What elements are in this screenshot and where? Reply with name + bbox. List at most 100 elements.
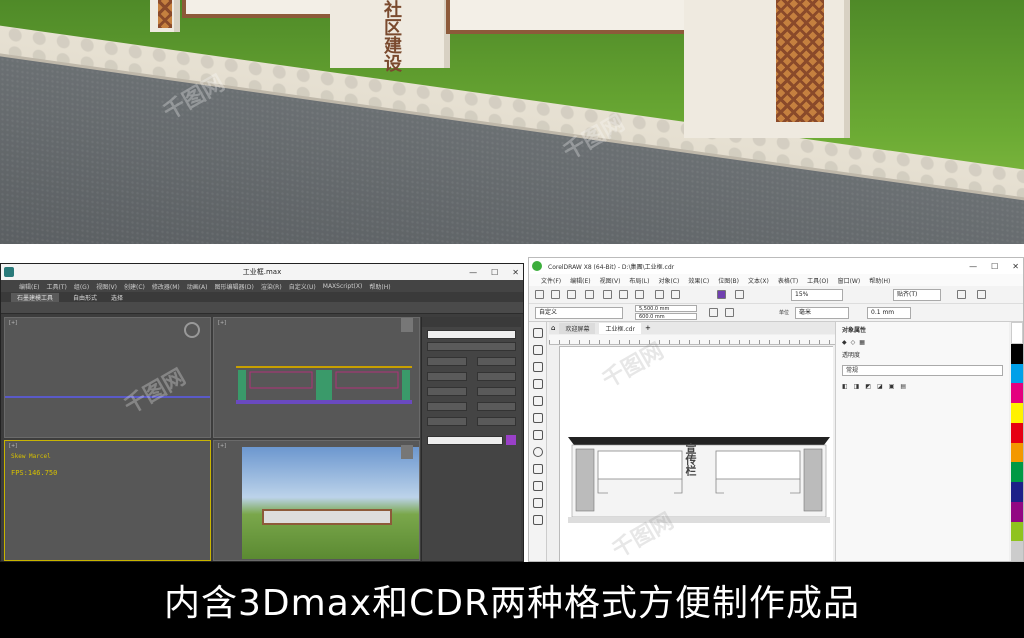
cmd-button[interactable] bbox=[476, 357, 516, 366]
menu-item[interactable]: 编辑(E) bbox=[570, 276, 590, 285]
landscape-icon[interactable] bbox=[725, 308, 734, 317]
print-icon[interactable] bbox=[585, 290, 594, 299]
units-select[interactable]: 毫米 bbox=[795, 307, 849, 319]
new-icon[interactable] bbox=[535, 290, 544, 299]
connector-tool-icon[interactable] bbox=[532, 498, 543, 508]
transparency-type-icon[interactable]: ▤ bbox=[900, 383, 906, 390]
transparency-type-icon[interactable]: ◩ bbox=[865, 383, 871, 390]
tab-welcome[interactable]: 欢迎屏幕 bbox=[559, 322, 596, 334]
cmd-button[interactable] bbox=[427, 417, 467, 426]
cut-icon[interactable] bbox=[603, 290, 612, 299]
freehand-tool-icon[interactable] bbox=[532, 396, 543, 406]
artistic-media-icon[interactable] bbox=[532, 413, 543, 423]
cmd-button[interactable] bbox=[476, 402, 516, 411]
menu-item[interactable]: 视图(V) bbox=[600, 276, 621, 285]
import-icon[interactable] bbox=[717, 290, 726, 299]
page-height-field[interactable]: 600.0 mm bbox=[635, 313, 697, 320]
close-icon[interactable]: ✕ bbox=[1012, 262, 1019, 271]
transparency-type-icon[interactable]: ◧ bbox=[842, 383, 848, 390]
paste-icon[interactable] bbox=[635, 290, 644, 299]
menu-item[interactable]: 布局(L) bbox=[629, 276, 649, 285]
palette-swatch[interactable] bbox=[1011, 363, 1023, 384]
viewcube-icon[interactable] bbox=[401, 445, 413, 459]
menu-item[interactable]: 帮助(H) bbox=[369, 282, 390, 291]
viewport-left[interactable]: [+] Skew Marcel FPS:146.750 bbox=[4, 440, 211, 561]
viewport-front[interactable]: [+] bbox=[213, 317, 420, 438]
cmd-button[interactable] bbox=[427, 357, 467, 366]
cmd-button[interactable] bbox=[427, 402, 467, 411]
cmd-button[interactable] bbox=[476, 387, 516, 396]
name-field[interactable] bbox=[427, 435, 503, 445]
text-tool-icon[interactable] bbox=[532, 481, 543, 491]
menu-item[interactable]: 创建(C) bbox=[124, 282, 145, 291]
menu-item[interactable]: MAXScript(X) bbox=[323, 283, 363, 290]
palette-swatch[interactable] bbox=[1011, 541, 1023, 561]
ribbon-tab[interactable]: 选择 bbox=[111, 293, 123, 302]
cmd-button[interactable] bbox=[476, 372, 516, 381]
page-preset-select[interactable]: 自定义 bbox=[535, 307, 623, 319]
menu-item[interactable]: 效果(C) bbox=[688, 276, 709, 285]
menu-item[interactable]: 工具(O) bbox=[807, 276, 828, 285]
object-name-field[interactable] bbox=[427, 330, 516, 339]
redo-icon[interactable] bbox=[671, 290, 680, 299]
add-tab-icon[interactable]: + bbox=[645, 324, 651, 332]
menu-item[interactable]: 动画(A) bbox=[187, 282, 208, 291]
copy-icon[interactable] bbox=[619, 290, 628, 299]
transparency-mode-select[interactable]: 常规 bbox=[842, 365, 1003, 376]
palette-swatch[interactable] bbox=[1011, 482, 1023, 502]
transparency-type-icon[interactable]: ▣ bbox=[889, 383, 895, 390]
cmd-button[interactable] bbox=[427, 372, 467, 381]
menu-item[interactable]: 工具(T) bbox=[46, 282, 66, 291]
options-icon[interactable] bbox=[957, 290, 966, 299]
zoom-tool-icon[interactable] bbox=[532, 379, 543, 389]
color-swatch[interactable] bbox=[506, 435, 516, 445]
menu-item[interactable]: 渲染(R) bbox=[261, 282, 282, 291]
cmd-button[interactable] bbox=[427, 342, 516, 351]
tab-document[interactable]: 工业框.cdr bbox=[599, 322, 641, 334]
menu-item[interactable]: 修改器(M) bbox=[152, 282, 180, 291]
export-icon[interactable] bbox=[735, 290, 744, 299]
polygon-tool-icon[interactable] bbox=[532, 464, 543, 474]
palette-swatch[interactable] bbox=[1011, 403, 1023, 423]
palette-swatch[interactable] bbox=[1011, 383, 1023, 403]
close-icon[interactable]: ✕ bbox=[512, 268, 519, 277]
outline-icon[interactable]: ◇ bbox=[851, 339, 856, 346]
viewcube-icon[interactable] bbox=[184, 322, 200, 338]
launch-icon[interactable] bbox=[977, 290, 986, 299]
menu-item[interactable]: 图形编辑器(D) bbox=[215, 282, 254, 291]
menu-item[interactable]: 对象(C) bbox=[658, 276, 679, 285]
pick-tool-icon[interactable] bbox=[532, 328, 543, 338]
palette-swatch[interactable] bbox=[1011, 462, 1023, 482]
cmd-button[interactable] bbox=[427, 387, 467, 396]
ribbon-tab[interactable]: 自由形式 bbox=[73, 293, 97, 302]
shape-tool-icon[interactable] bbox=[532, 345, 543, 355]
menu-item[interactable]: 视图(V) bbox=[96, 282, 117, 291]
cmd-button[interactable] bbox=[476, 417, 516, 426]
palette-swatch[interactable] bbox=[1011, 422, 1023, 443]
menu-item[interactable]: 位图(B) bbox=[718, 276, 739, 285]
palette-swatch[interactable] bbox=[1011, 521, 1023, 542]
zoom-level-select[interactable]: 15% bbox=[791, 289, 843, 301]
open-icon[interactable] bbox=[551, 290, 560, 299]
undo-icon[interactable] bbox=[655, 290, 664, 299]
transparency-type-icon[interactable]: ◨ bbox=[854, 383, 860, 390]
transparency-type-icon[interactable]: ◪ bbox=[877, 383, 883, 390]
palette-swatch[interactable] bbox=[1011, 343, 1023, 364]
menu-item[interactable]: 编辑(E) bbox=[19, 282, 39, 291]
snap-to-select[interactable]: 贴齐(T) bbox=[893, 289, 941, 301]
viewport-perspective[interactable]: [+] bbox=[213, 440, 420, 561]
page-width-field[interactable]: 5,500.0 mm bbox=[635, 305, 697, 312]
minimize-icon[interactable]: — bbox=[969, 262, 977, 271]
viewcube-icon[interactable] bbox=[401, 318, 413, 332]
fill-tool-icon[interactable] bbox=[532, 515, 543, 525]
drawing-canvas[interactable]: 宣传栏 bbox=[559, 346, 833, 561]
menu-item[interactable]: 文件(F) bbox=[541, 276, 561, 285]
menu-item[interactable]: 帮助(H) bbox=[869, 276, 890, 285]
menu-item[interactable]: 表格(T) bbox=[778, 276, 798, 285]
crop-tool-icon[interactable] bbox=[532, 362, 543, 372]
maximize-icon[interactable]: ☐ bbox=[491, 268, 498, 277]
portrait-icon[interactable] bbox=[709, 308, 718, 317]
home-icon[interactable]: ⌂ bbox=[551, 324, 555, 332]
ellipse-tool-icon[interactable] bbox=[532, 447, 543, 457]
menu-item[interactable]: 组(G) bbox=[74, 282, 89, 291]
